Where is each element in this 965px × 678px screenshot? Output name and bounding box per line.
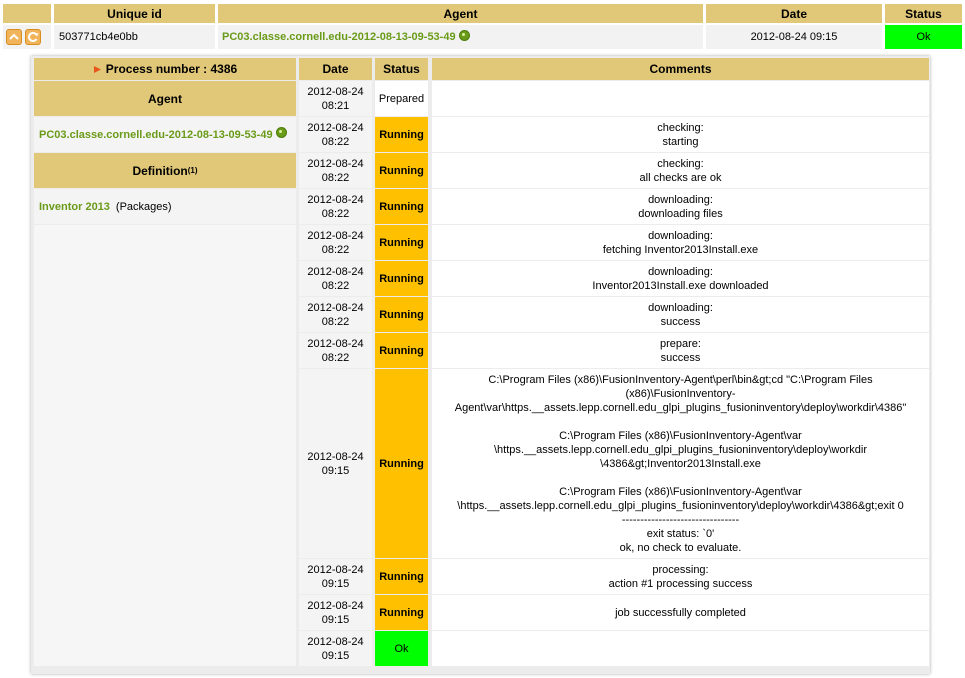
log-row-date: 2012-08-24 08:22 xyxy=(299,189,372,224)
header-date: Date xyxy=(706,4,882,23)
definition-footnote: (1) xyxy=(187,166,198,175)
unique-id-value: 503771cb4e0bb xyxy=(54,25,215,49)
process-number: Process number : 4386 xyxy=(105,62,238,76)
log-row-status: Running xyxy=(375,333,428,368)
agent-link-icon[interactable] xyxy=(458,29,470,41)
log-row-status: Ok xyxy=(375,631,428,666)
log-row-status: Running xyxy=(375,261,428,296)
log-row-date: 2012-08-24 08:22 xyxy=(299,261,372,296)
definition-type: (Packages) xyxy=(115,200,172,213)
definition-link[interactable]: Inventor 2013 xyxy=(39,201,110,213)
header-agent: Agent xyxy=(218,4,703,23)
detail-agent-cell: PC03.classe.cornell.edu-2012-08-13-09-53… xyxy=(34,117,296,152)
log-row-status: Running xyxy=(375,595,428,630)
icon-cell xyxy=(3,25,51,49)
log-row-date: 2012-08-24 09:15 xyxy=(299,595,372,630)
agent-cell: PC03.classe.cornell.edu-2012-08-13-09-53… xyxy=(218,25,703,49)
log-row-comment: job successfully completed xyxy=(432,595,929,630)
log-row-comment: downloading: success xyxy=(432,297,929,332)
log-row-date: 2012-08-24 08:22 xyxy=(299,117,372,152)
log-row-status: Running xyxy=(375,189,428,224)
log-row-comment: downloading: Inventor2013Install.exe dow… xyxy=(432,261,929,296)
detail-agent-link-icon[interactable] xyxy=(275,127,287,138)
header-unique-id: Unique id xyxy=(54,4,215,23)
log-row-comment: checking: all checks are ok xyxy=(432,153,929,188)
log-row-date: 2012-08-24 09:15 xyxy=(299,559,372,594)
log-row-date: 2012-08-24 09:15 xyxy=(299,369,372,558)
log-row-date: 2012-08-24 09:15 xyxy=(299,631,372,666)
left-filler xyxy=(34,225,296,666)
agent-link[interactable]: PC03.classe.cornell.edu-2012-08-13-09-53… xyxy=(222,31,456,43)
log-row-comment: processing: action #1 processing success xyxy=(432,559,929,594)
log-row-status: Running xyxy=(375,369,428,558)
log-row-date: 2012-08-24 08:21 xyxy=(299,81,372,116)
log-row-comment: C:\Program Files (x86)\FusionInventory-A… xyxy=(432,369,929,558)
agent-header: Agent xyxy=(34,81,296,116)
col-header-status: Status xyxy=(375,58,428,80)
log-row-date: 2012-08-24 08:22 xyxy=(299,333,372,368)
log-row-comment: downloading: fetching Inventor2013Instal… xyxy=(432,225,929,260)
log-row-comment xyxy=(432,631,929,666)
date-text: 2012-08-24 09:15 xyxy=(750,31,838,43)
log-row-status: Prepared xyxy=(375,81,428,116)
status-cell: Ok xyxy=(885,25,962,49)
header-status: Status xyxy=(885,4,962,23)
refresh-icon[interactable] xyxy=(25,29,41,45)
log-row-status: Running xyxy=(375,117,428,152)
log-row-date: 2012-08-24 08:22 xyxy=(299,297,372,332)
log-row-status: Running xyxy=(375,559,428,594)
log-row-date: 2012-08-24 08:22 xyxy=(299,225,372,260)
process-number-header: Process number : 4386 xyxy=(34,58,296,80)
triangle-icon xyxy=(93,65,101,73)
log-row-status: Running xyxy=(375,225,428,260)
log-row-status: Running xyxy=(375,153,428,188)
top-table: Unique id Agent Date Status 503771cb4e0b… xyxy=(0,0,965,52)
log-row-comment: checking: starting xyxy=(432,117,929,152)
log-row-comment: downloading: downloading files xyxy=(432,189,929,224)
date-cell: 2012-08-24 09:15 xyxy=(706,25,882,49)
unique-id-text: 503771cb4e0bb xyxy=(59,31,138,43)
expand-icon[interactable] xyxy=(6,29,22,45)
log-row-comment xyxy=(432,81,929,116)
header-spacer xyxy=(3,4,51,23)
log-row-date: 2012-08-24 08:22 xyxy=(299,153,372,188)
col-header-date: Date xyxy=(299,58,372,80)
log-row-status: Running xyxy=(375,297,428,332)
detail-agent-link[interactable]: PC03.classe.cornell.edu-2012-08-13-09-53… xyxy=(39,129,273,141)
definition-cell: Inventor 2013 (Packages) xyxy=(34,189,296,224)
status-text: Ok xyxy=(916,31,931,43)
definition-header-label: Definition xyxy=(132,163,188,178)
log-row-comment: prepare: success xyxy=(432,333,929,368)
definition-header: Definition (1) xyxy=(34,153,296,188)
col-header-comments: Comments xyxy=(432,58,929,80)
